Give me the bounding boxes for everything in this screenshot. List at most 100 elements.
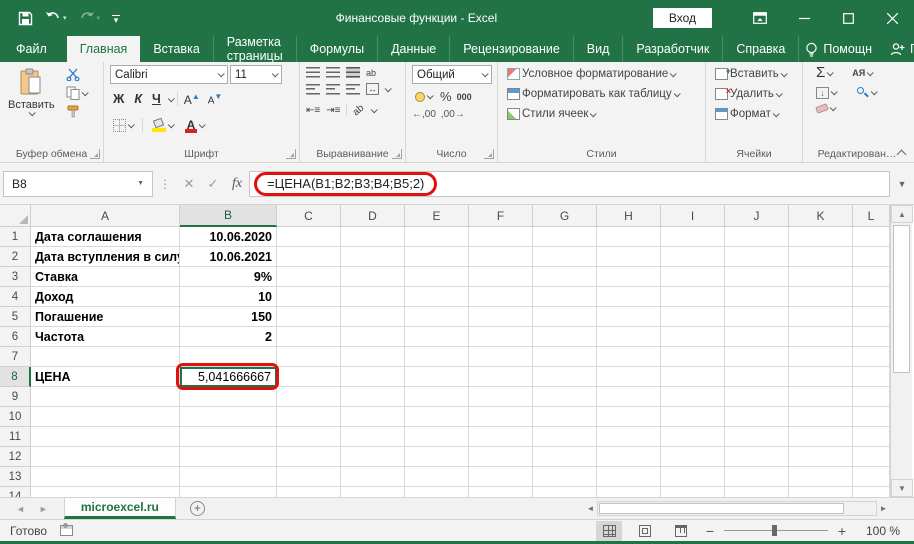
cell-I13[interactable] (661, 467, 725, 487)
column-header-C[interactable]: C (277, 205, 341, 227)
share-button[interactable]: Поделиться (884, 42, 914, 56)
italic-button[interactable]: К (131, 92, 145, 106)
horizontal-scroll-thumb[interactable] (599, 503, 844, 514)
cell-G4[interactable] (533, 287, 597, 307)
cell-G5[interactable] (533, 307, 597, 327)
cell-A2[interactable]: Дата вступления в силу (31, 247, 180, 267)
customize-qat-icon[interactable]: ▾ (108, 13, 124, 24)
column-header-K[interactable]: K (789, 205, 853, 227)
cell-K10[interactable] (789, 407, 853, 427)
cell-K4[interactable] (789, 287, 853, 307)
cell-F1[interactable] (469, 227, 533, 247)
decrease-indent-icon[interactable]: ⇤≡ (306, 105, 320, 116)
cell-C7[interactable] (277, 347, 341, 367)
cell-B2[interactable]: 10.06.2021 (180, 247, 277, 267)
close-icon[interactable] (870, 0, 914, 36)
redo-dropdown-icon[interactable]: ▾ (97, 14, 101, 22)
font-dialog-launcher-icon[interactable] (286, 149, 296, 159)
cell-B9[interactable] (180, 387, 277, 407)
cell-J6[interactable] (725, 327, 789, 347)
cell-D8[interactable] (341, 367, 405, 387)
tab-home[interactable]: Главная (67, 36, 141, 62)
merge-dropdown-icon[interactable] (385, 85, 392, 92)
row-header-2[interactable]: 2 (0, 247, 31, 267)
cell-G13[interactable] (533, 467, 597, 487)
scroll-up-icon[interactable]: ▲ (891, 205, 913, 223)
cell-B4[interactable]: 10 (180, 287, 277, 307)
cell-L2[interactable] (853, 247, 890, 267)
cell-E5[interactable] (405, 307, 469, 327)
sheet-tab-active[interactable]: microexcel.ru (64, 498, 176, 519)
row-header-5[interactable]: 5 (0, 307, 31, 327)
cell-G8[interactable] (533, 367, 597, 387)
cell-K13[interactable] (789, 467, 853, 487)
cell-C2[interactable] (277, 247, 341, 267)
borders-button[interactable] (110, 118, 136, 133)
normal-view-button[interactable] (596, 521, 622, 541)
column-header-L[interactable]: L (853, 205, 890, 227)
cell-H6[interactable] (597, 327, 661, 347)
formula-input[interactable]: =ЦЕНА(B1;B2;B3;B4;B5;2) (249, 171, 890, 197)
cell-E2[interactable] (405, 247, 469, 267)
vertical-scrollbar[interactable]: ▲ ▼ (890, 205, 912, 497)
cell-L10[interactable] (853, 407, 890, 427)
cell-I12[interactable] (661, 447, 725, 467)
undo-icon[interactable]: ▾ (41, 9, 71, 27)
cell-C5[interactable] (277, 307, 341, 327)
cell-J9[interactable] (725, 387, 789, 407)
ribbon-display-options-icon[interactable] (738, 0, 782, 36)
cell-I9[interactable] (661, 387, 725, 407)
cell-A6[interactable]: Частота (31, 327, 180, 347)
row-header-9[interactable]: 9 (0, 387, 31, 407)
cell-B5[interactable]: 150 (180, 307, 277, 327)
cell-A3[interactable]: Ставка (31, 267, 180, 287)
cell-E6[interactable] (405, 327, 469, 347)
enter-entry-icon[interactable]: ✓ (201, 176, 225, 192)
zoom-slider-thumb[interactable] (772, 525, 777, 536)
cell-A4[interactable]: Доход (31, 287, 180, 307)
horizontal-scrollbar[interactable]: ◄ ► (584, 498, 914, 519)
cell-B14[interactable] (180, 487, 277, 497)
assistant-button[interactable]: Помощн (799, 42, 878, 57)
cell-C13[interactable] (277, 467, 341, 487)
cell-H1[interactable] (597, 227, 661, 247)
decrease-decimal-button[interactable]: ,00→ (441, 109, 465, 120)
save-icon[interactable] (14, 9, 37, 28)
cell-I8[interactable] (661, 367, 725, 387)
cell-H9[interactable] (597, 387, 661, 407)
cell-D14[interactable] (341, 487, 405, 497)
row-header-13[interactable]: 13 (0, 467, 31, 487)
cell-E10[interactable] (405, 407, 469, 427)
cell-A8[interactable]: ЦЕНА (31, 367, 180, 387)
cell-D7[interactable] (341, 347, 405, 367)
zoom-out-icon[interactable]: − (704, 523, 716, 539)
cell-J2[interactable] (725, 247, 789, 267)
cell-F3[interactable] (469, 267, 533, 287)
cell-F4[interactable] (469, 287, 533, 307)
cell-E11[interactable] (405, 427, 469, 447)
cell-H7[interactable] (597, 347, 661, 367)
tab-file[interactable]: Файл (0, 36, 63, 62)
row-header-12[interactable]: 12 (0, 447, 31, 467)
cell-A7[interactable] (31, 347, 180, 367)
cell-E13[interactable] (405, 467, 469, 487)
cell-B10[interactable] (180, 407, 277, 427)
delete-cells-button[interactable]: Удалить (712, 87, 796, 101)
scroll-down-icon[interactable]: ▼ (891, 479, 913, 497)
cell-L8[interactable] (853, 367, 890, 387)
cell-A12[interactable] (31, 447, 180, 467)
cell-L1[interactable] (853, 227, 890, 247)
cell-C4[interactable] (277, 287, 341, 307)
tab-data[interactable]: Данные (378, 36, 450, 62)
cell-D12[interactable] (341, 447, 405, 467)
wrap-text-icon[interactable]: ab (366, 68, 376, 78)
cell-I6[interactable] (661, 327, 725, 347)
row-header-11[interactable]: 11 (0, 427, 31, 447)
cell-L13[interactable] (853, 467, 890, 487)
cell-H14[interactable] (597, 487, 661, 497)
macro-record-icon[interactable] (60, 525, 73, 536)
cell-A10[interactable] (31, 407, 180, 427)
vertical-scroll-thumb[interactable] (893, 225, 910, 373)
cell-K5[interactable] (789, 307, 853, 327)
cell-L11[interactable] (853, 427, 890, 447)
